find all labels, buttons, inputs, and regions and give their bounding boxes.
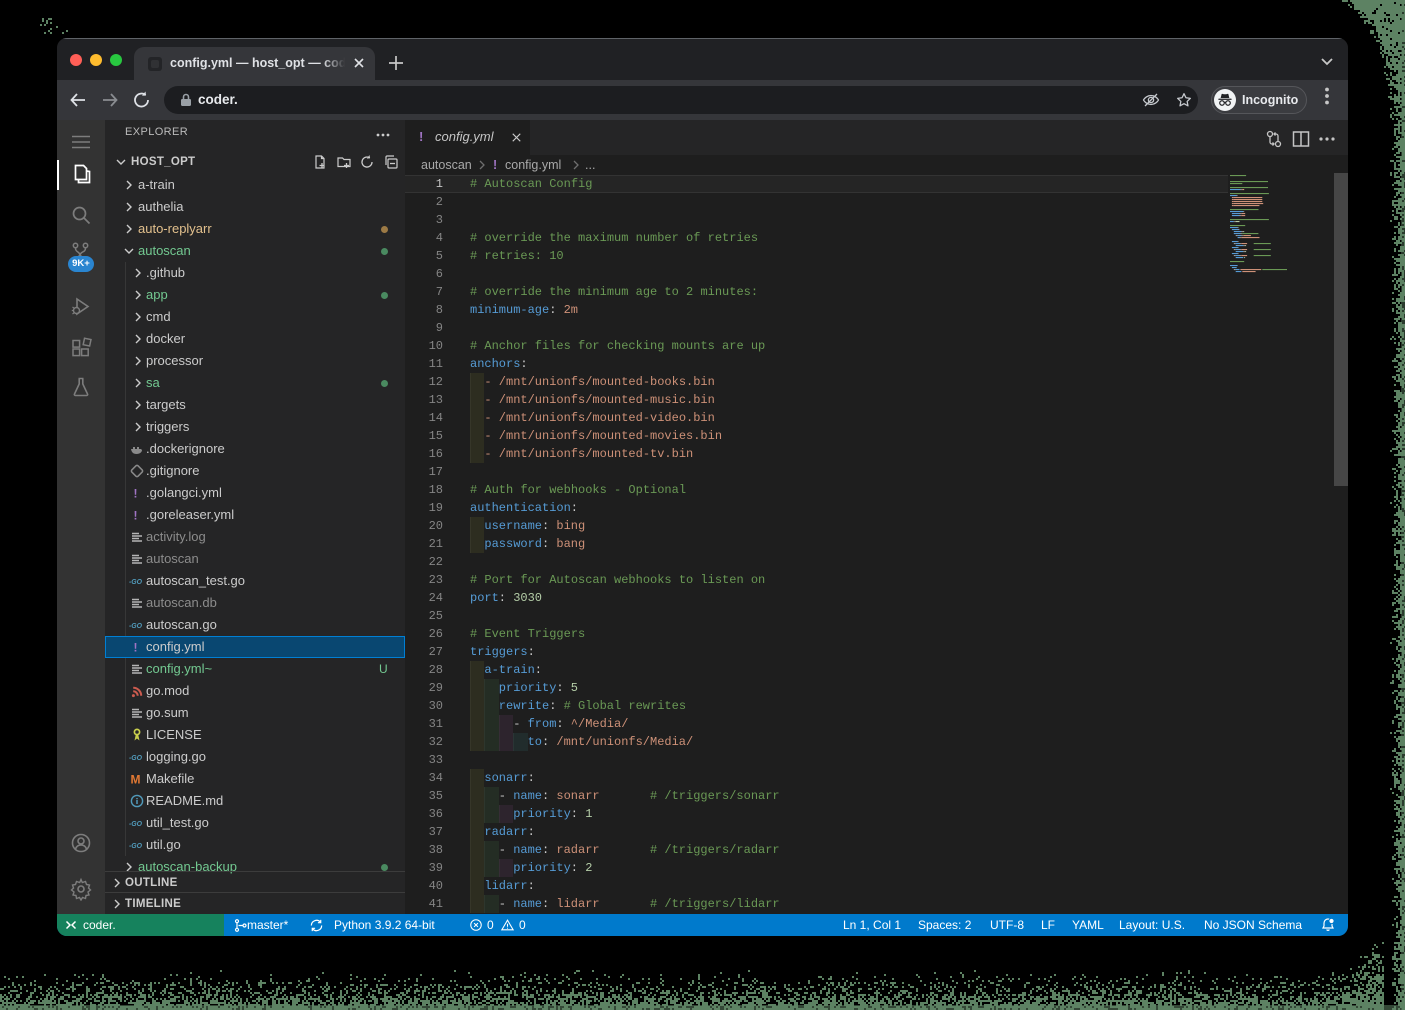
svg-text:-GO: -GO <box>129 821 143 828</box>
svg-text:-GO: -GO <box>129 623 143 630</box>
svg-text:!: ! <box>134 509 138 523</box>
svg-text:!: ! <box>134 487 138 501</box>
svg-text:!: ! <box>134 641 138 655</box>
svg-text:-GO: -GO <box>129 579 143 586</box>
svg-text:M: M <box>131 773 141 787</box>
svg-text:-GO: -GO <box>129 843 143 850</box>
svg-text:-GO: -GO <box>129 755 143 762</box>
